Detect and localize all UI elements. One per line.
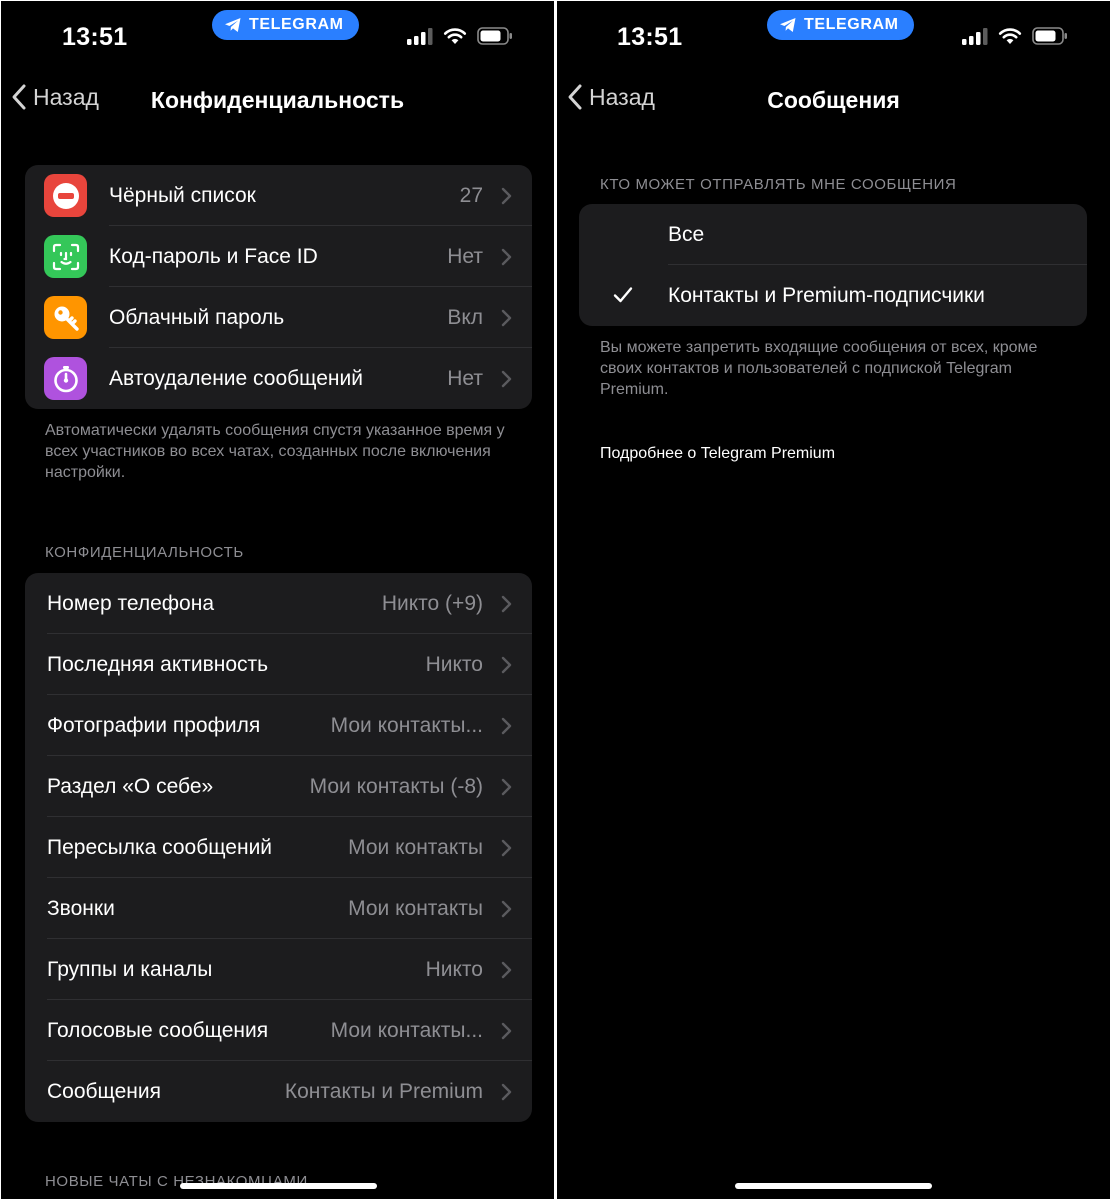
row-value: Мои контакты <box>348 835 483 859</box>
status-time: 13:51 <box>62 23 128 51</box>
premium-info-link[interactable]: Подробнее о Telegram Premium <box>600 443 835 464</box>
privacy-section-header: КОНФИДЕНЦИАЛЬНОСТЬ <box>45 544 244 561</box>
row-value: Мои контакты <box>348 896 483 920</box>
row-label: Код-пароль и Face ID <box>109 244 318 268</box>
cellular-signal-icon <box>962 27 988 45</box>
list-item-messages[interactable]: Сообщения Контакты и Premium <box>25 1061 532 1122</box>
list-item-calls[interactable]: Звонки Мои контакты <box>25 878 532 939</box>
row-value: Никто (+9) <box>381 591 483 615</box>
chevron-right-icon <box>501 309 512 327</box>
option-contacts-premium[interactable]: Контакты и Premium-подписчики <box>579 265 1087 326</box>
list-item-groups[interactable]: Группы и каналы Никто <box>25 939 532 1000</box>
row-label: Пересылка сообщений <box>47 835 273 859</box>
security-group: Чёрный список 27 Код-пароль и Face ID Не… <box>25 165 532 409</box>
list-item-auto-delete[interactable]: Автоудаление сообщений Нет <box>25 348 532 409</box>
option-label: Все <box>668 222 705 246</box>
telegram-return-pill[interactable]: TELEGRAM <box>767 10 914 40</box>
key-icon <box>44 296 87 339</box>
no-entry-icon <box>44 174 87 217</box>
chevron-right-icon <box>501 778 512 796</box>
list-item-blocked[interactable]: Чёрный список 27 <box>25 165 532 226</box>
comparison-screenshot: 13:51 TELEGRAM Назад Конфиденциальность … <box>0 0 1111 1200</box>
telegram-plane-icon <box>780 18 796 32</box>
row-value: Никто <box>425 957 483 981</box>
cellular-signal-icon <box>407 27 433 45</box>
auto-delete-footer: Автоматически удалять сообщения спустя у… <box>45 422 505 481</box>
chevron-right-icon <box>501 248 512 266</box>
list-item-cloud-password[interactable]: Облачный пароль Вкл <box>25 287 532 348</box>
chevron-right-icon <box>501 839 512 857</box>
chevron-right-icon <box>501 656 512 674</box>
checkmark-icon <box>613 287 633 303</box>
row-label: Группы и каналы <box>47 957 213 981</box>
row-value: Вкл <box>447 305 483 329</box>
list-item-profile-photos[interactable]: Фотографии профиля Мои контакты... <box>25 695 532 756</box>
row-label: Автоудаление сообщений <box>109 366 363 390</box>
row-label: Сообщения <box>47 1079 161 1103</box>
row-label: Облачный пароль <box>109 305 285 329</box>
page-title: Конфиденциальность <box>150 87 405 113</box>
row-label: Чёрный список <box>109 183 256 207</box>
face-id-icon <box>44 235 87 278</box>
wifi-icon <box>443 28 467 44</box>
row-label: Раздел «О себе» <box>47 774 214 798</box>
list-item-last-seen[interactable]: Последняя активность Никто <box>25 634 532 695</box>
messages-privacy-screen: 13:51 TELEGRAM Назад Сообщения КТО МОЖЕТ… <box>557 1 1110 1199</box>
row-value: 27 <box>459 183 483 207</box>
home-indicator[interactable] <box>735 1183 932 1189</box>
row-label: Фотографии профиля <box>47 713 261 737</box>
list-item-passcode[interactable]: Код-пароль и Face ID Нет <box>25 226 532 287</box>
home-indicator[interactable] <box>180 1183 377 1189</box>
row-value: Мои контакты (-8) <box>309 774 483 798</box>
chevron-right-icon <box>501 717 512 735</box>
chevron-right-icon <box>501 187 512 205</box>
row-label: Номер телефона <box>47 591 215 615</box>
row-value: Контакты и Premium <box>284 1079 483 1103</box>
page-title: Сообщения <box>767 87 900 113</box>
privacy-screen: 13:51 TELEGRAM Назад Конфиденциальность … <box>1 1 554 1199</box>
chevron-right-icon <box>501 900 512 918</box>
chevron-right-icon <box>501 1022 512 1040</box>
status-time: 13:51 <box>617 23 683 51</box>
chevron-right-icon <box>501 370 512 388</box>
status-icons <box>962 27 1068 45</box>
chevron-right-icon <box>501 961 512 979</box>
row-value: Нет <box>447 244 483 268</box>
row-label: Звонки <box>47 896 115 920</box>
status-icons <box>407 27 513 45</box>
list-item-phone-number[interactable]: Номер телефона Никто (+9) <box>25 573 532 634</box>
option-label: Контакты и Premium-подписчики <box>668 283 985 307</box>
battery-icon <box>1032 27 1067 45</box>
telegram-pill-label: TELEGRAM <box>249 16 344 33</box>
row-value: Мои контакты... <box>330 1018 483 1042</box>
telegram-plane-icon <box>225 18 241 32</box>
row-value: Нет <box>447 366 483 390</box>
row-value: Никто <box>425 652 483 676</box>
message-permission-group: Все Контакты и Premium-подписчики <box>579 204 1087 326</box>
timer-icon <box>44 357 87 400</box>
chevron-right-icon <box>501 1083 512 1101</box>
telegram-return-pill[interactable]: TELEGRAM <box>212 10 359 40</box>
list-item-forwarding[interactable]: Пересылка сообщений Мои контакты <box>25 817 532 878</box>
wifi-icon <box>998 28 1022 44</box>
privacy-group: Номер телефона Никто (+9) Последняя акти… <box>25 573 532 1122</box>
telegram-pill-label: TELEGRAM <box>804 16 899 33</box>
permission-footer: Вы можете запретить входящие сообщения о… <box>600 339 1038 398</box>
battery-icon <box>477 27 512 45</box>
who-can-message-header: КТО МОЖЕТ ОТПРАВЛЯТЬ МНЕ СООБЩЕНИЯ <box>600 176 957 193</box>
row-label: Голосовые сообщения <box>47 1018 269 1042</box>
option-everybody[interactable]: Все <box>579 204 1087 265</box>
row-label: Последняя активность <box>47 652 269 676</box>
list-item-bio[interactable]: Раздел «О себе» Мои контакты (-8) <box>25 756 532 817</box>
row-value: Мои контакты... <box>330 713 483 737</box>
list-item-voice-messages[interactable]: Голосовые сообщения Мои контакты... <box>25 1000 532 1061</box>
chevron-right-icon <box>501 595 512 613</box>
